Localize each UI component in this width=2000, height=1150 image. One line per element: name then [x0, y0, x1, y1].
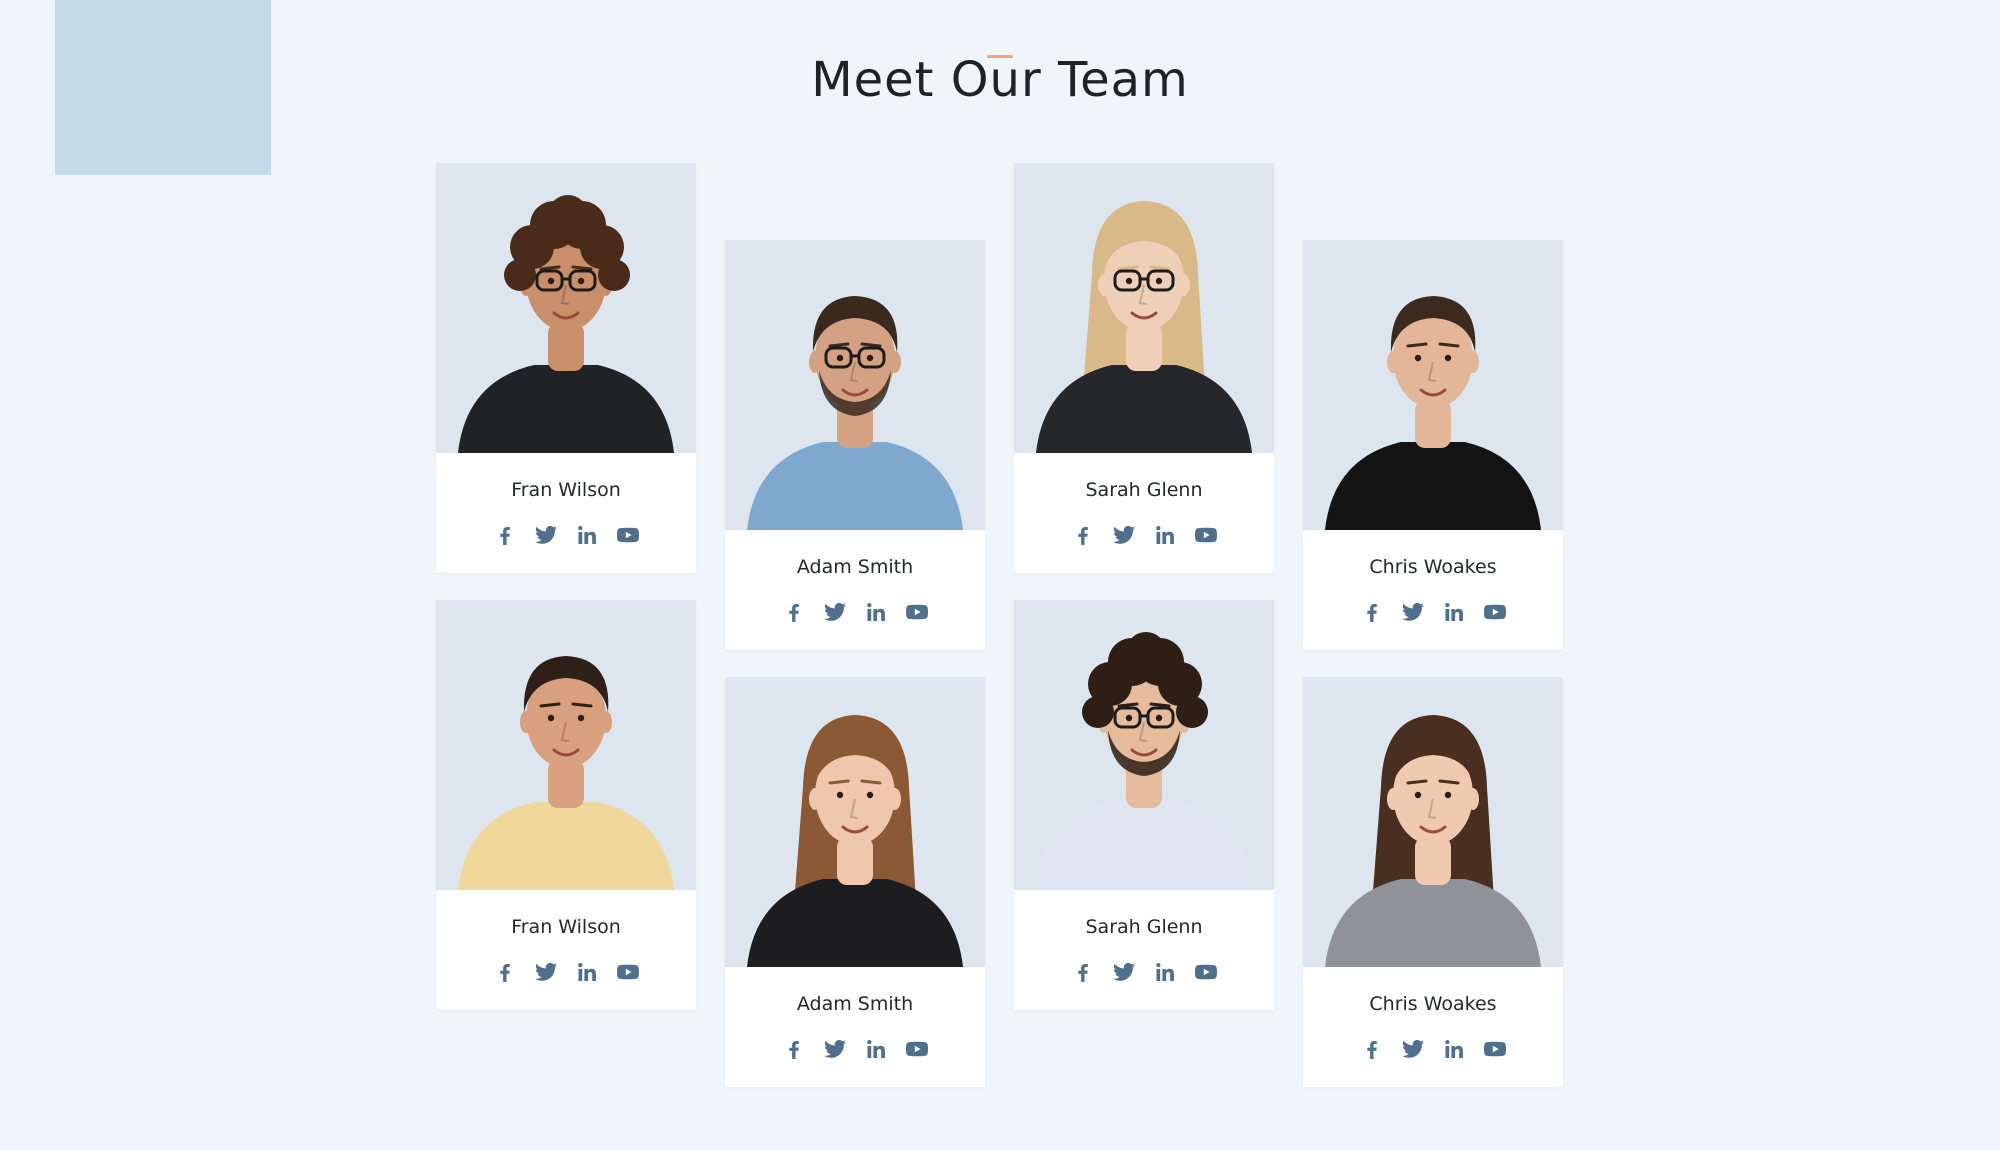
twitter-icon[interactable] — [821, 1035, 848, 1062]
facebook-icon[interactable] — [491, 958, 518, 985]
linkedin-icon[interactable] — [1440, 1035, 1467, 1062]
facebook-icon[interactable] — [1069, 958, 1096, 985]
linkedin-icon[interactable] — [1151, 521, 1178, 548]
twitter-icon[interactable] — [1399, 1035, 1426, 1062]
facebook-icon[interactable] — [780, 598, 807, 625]
facebook-icon[interactable] — [1358, 598, 1385, 625]
youtube-icon[interactable] — [903, 1035, 930, 1062]
member-name: Fran Wilson — [511, 479, 621, 501]
twitter-icon[interactable] — [532, 521, 559, 548]
member-photo — [1014, 600, 1274, 890]
member-photo — [1303, 677, 1563, 967]
member-photo — [1014, 163, 1274, 453]
team-member-card: Fran Wilson — [436, 163, 696, 573]
member-name: Adam Smith — [796, 556, 914, 578]
member-name: Sarah Glenn — [1085, 479, 1203, 501]
team-member-card: Adam Smith — [725, 240, 985, 650]
social-links — [725, 1035, 985, 1062]
youtube-icon[interactable] — [1481, 1035, 1508, 1062]
member-photo — [436, 163, 696, 453]
member-name: Chris Woakes — [1369, 993, 1497, 1015]
twitter-icon[interactable] — [821, 598, 848, 625]
social-links — [725, 598, 985, 625]
youtube-icon[interactable] — [1481, 598, 1508, 625]
member-name: Sarah Glenn — [1085, 916, 1203, 938]
team-member-card: Chris Woakes — [1303, 240, 1563, 650]
member-name: Chris Woakes — [1369, 556, 1497, 578]
team-member-card: Fran Wilson — [436, 600, 696, 1010]
twitter-icon[interactable] — [1110, 958, 1137, 985]
social-links — [436, 958, 696, 985]
team-member-card: Adam Smith — [725, 677, 985, 1087]
linkedin-icon[interactable] — [1440, 598, 1467, 625]
page-title: Meet Our Team — [811, 52, 1189, 108]
member-name: Adam Smith — [796, 993, 914, 1015]
youtube-icon[interactable] — [614, 521, 641, 548]
twitter-icon[interactable] — [1110, 521, 1137, 548]
social-links — [1303, 598, 1563, 625]
social-links — [1014, 521, 1274, 548]
member-photo — [1303, 240, 1563, 530]
social-links — [1303, 1035, 1563, 1062]
linkedin-icon[interactable] — [862, 598, 889, 625]
member-photo — [725, 240, 985, 530]
twitter-icon[interactable] — [532, 958, 559, 985]
youtube-icon[interactable] — [614, 958, 641, 985]
youtube-icon[interactable] — [903, 598, 930, 625]
youtube-icon[interactable] — [1192, 521, 1219, 548]
member-photo — [725, 677, 985, 967]
linkedin-icon[interactable] — [573, 521, 600, 548]
linkedin-icon[interactable] — [573, 958, 600, 985]
social-links — [1014, 958, 1274, 985]
linkedin-icon[interactable] — [862, 1035, 889, 1062]
member-name: Fran Wilson — [511, 916, 621, 938]
facebook-icon[interactable] — [1358, 1035, 1385, 1062]
youtube-icon[interactable] — [1192, 958, 1219, 985]
facebook-icon[interactable] — [1069, 521, 1096, 548]
twitter-icon[interactable] — [1399, 598, 1426, 625]
team-member-card: Sarah Glenn — [1014, 600, 1274, 1010]
facebook-icon[interactable] — [491, 521, 518, 548]
facebook-icon[interactable] — [780, 1035, 807, 1062]
linkedin-icon[interactable] — [1151, 958, 1178, 985]
team-member-card: Sarah Glenn — [1014, 163, 1274, 573]
member-photo — [436, 600, 696, 890]
team-member-card: Chris Woakes — [1303, 677, 1563, 1087]
social-links — [436, 521, 696, 548]
